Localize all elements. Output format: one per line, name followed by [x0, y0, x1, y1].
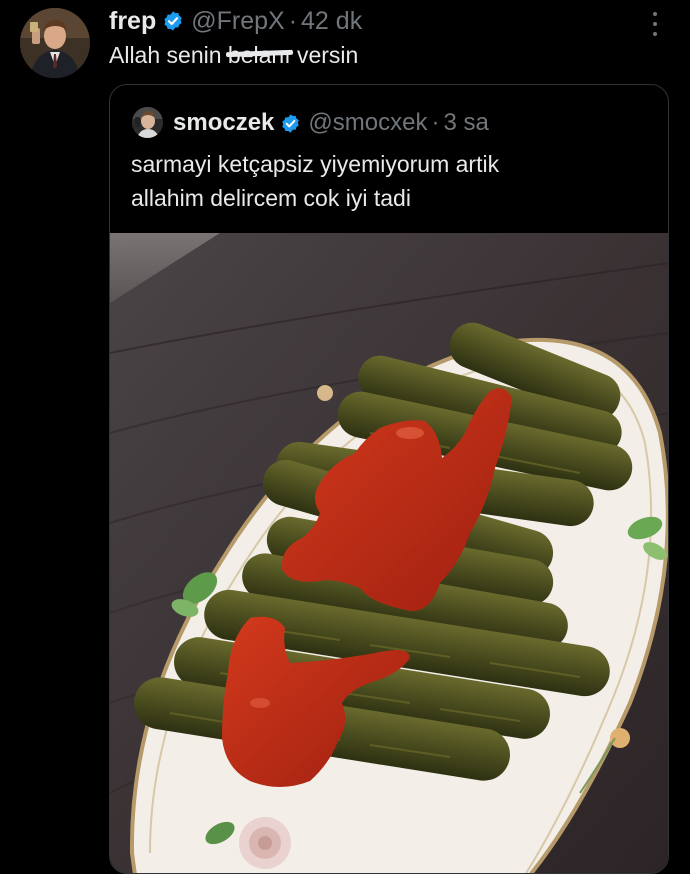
- tweet-text-end: versin: [290, 42, 359, 68]
- tweet-text: Allah senin belanı versin: [109, 42, 358, 69]
- separator-dot: ·: [431, 109, 440, 136]
- quoted-tweet-timestamp: 3 sa: [443, 109, 489, 136]
- more-options-icon[interactable]: [648, 10, 662, 38]
- quoted-tweet-header: smoczek @smocxek · 3 sa: [173, 105, 489, 141]
- scribbled-word: belanı: [227, 42, 291, 68]
- verified-badge-icon: [282, 113, 300, 133]
- separator-dot: ·: [288, 6, 298, 35]
- tweet-header: frep @FrepX · 42 dk: [109, 4, 362, 38]
- quoted-author-name: smoczek: [173, 109, 275, 136]
- author-avatar[interactable]: [20, 8, 90, 78]
- quoted-tweet-card[interactable]: smoczek @smocxek · 3 sa sarmayi ketçapsi…: [109, 84, 669, 874]
- quoted-author-handle: @smocxek: [308, 109, 428, 136]
- quoted-text-line: sarmayi ketçapsiz yiyemiyorum artik: [131, 151, 500, 177]
- quoted-text-line: allahim delircem cok iyi tadi: [131, 185, 411, 211]
- author-name[interactable]: frep: [109, 7, 156, 36]
- tweet-timestamp[interactable]: 42 dk: [301, 7, 362, 36]
- food-photo[interactable]: [110, 233, 669, 874]
- quoted-author-avatar: [132, 107, 163, 138]
- verified-badge-icon: [164, 11, 182, 31]
- author-handle[interactable]: @FrepX: [191, 7, 284, 36]
- tweet-text-start: Allah senin: [109, 42, 228, 68]
- quoted-tweet-text: sarmayi ketçapsiz yiyemiyorum artik alla…: [131, 147, 499, 215]
